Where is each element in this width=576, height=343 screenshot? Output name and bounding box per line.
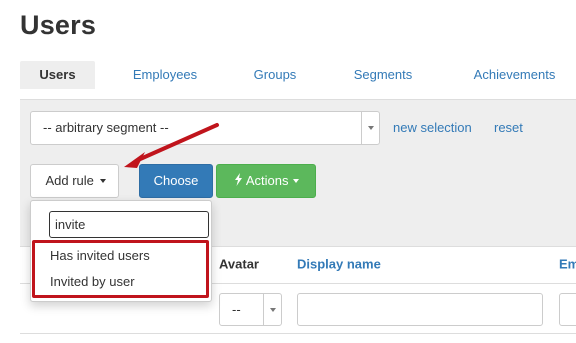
lightning-bolt-icon (234, 173, 242, 186)
caret-down-icon (99, 179, 106, 183)
rule-option-invited-by-user[interactable]: Invited by user (50, 274, 135, 289)
actions-button[interactable]: Actions (216, 164, 316, 198)
caret-down-icon (293, 179, 300, 183)
reset-link[interactable]: reset (494, 120, 523, 135)
row-divider (20, 333, 576, 334)
add-rule-label: Add rule (45, 173, 94, 188)
avatar-filter-value: -- (232, 302, 241, 317)
segment-select-toggle[interactable] (361, 112, 379, 144)
caret-down-icon (270, 308, 276, 312)
column-header-display-name[interactable]: Display name (297, 257, 381, 272)
email-filter-input[interactable] (559, 293, 576, 326)
rule-search-input[interactable] (49, 211, 209, 238)
tab-segments[interactable]: Segments (338, 61, 428, 89)
tab-achievements[interactable]: Achievements (457, 61, 572, 89)
segment-select[interactable]: -- arbitrary segment -- (30, 111, 380, 145)
tab-users[interactable]: Users (20, 61, 95, 89)
tab-bar: Users Employees Groups Segments Achievem… (20, 61, 576, 89)
choose-button[interactable]: Choose (139, 164, 213, 198)
column-header-avatar: Avatar (219, 256, 259, 272)
new-selection-link[interactable]: new selection (393, 120, 472, 135)
tab-groups[interactable]: Groups (235, 61, 315, 89)
avatar-filter-select[interactable]: -- (219, 293, 282, 326)
avatar-filter-toggle[interactable] (263, 294, 281, 325)
actions-label: Actions (245, 173, 289, 188)
segment-select-value: -- arbitrary segment -- (43, 120, 169, 135)
tab-employees[interactable]: Employees (115, 61, 215, 89)
rule-option-has-invited-users[interactable]: Has invited users (50, 248, 150, 263)
caret-down-icon (368, 126, 374, 130)
display-name-filter-input[interactable] (297, 293, 543, 326)
page-title: Users (20, 10, 97, 40)
column-header-email[interactable]: Em (559, 257, 576, 272)
add-rule-button[interactable]: Add rule (30, 164, 119, 198)
